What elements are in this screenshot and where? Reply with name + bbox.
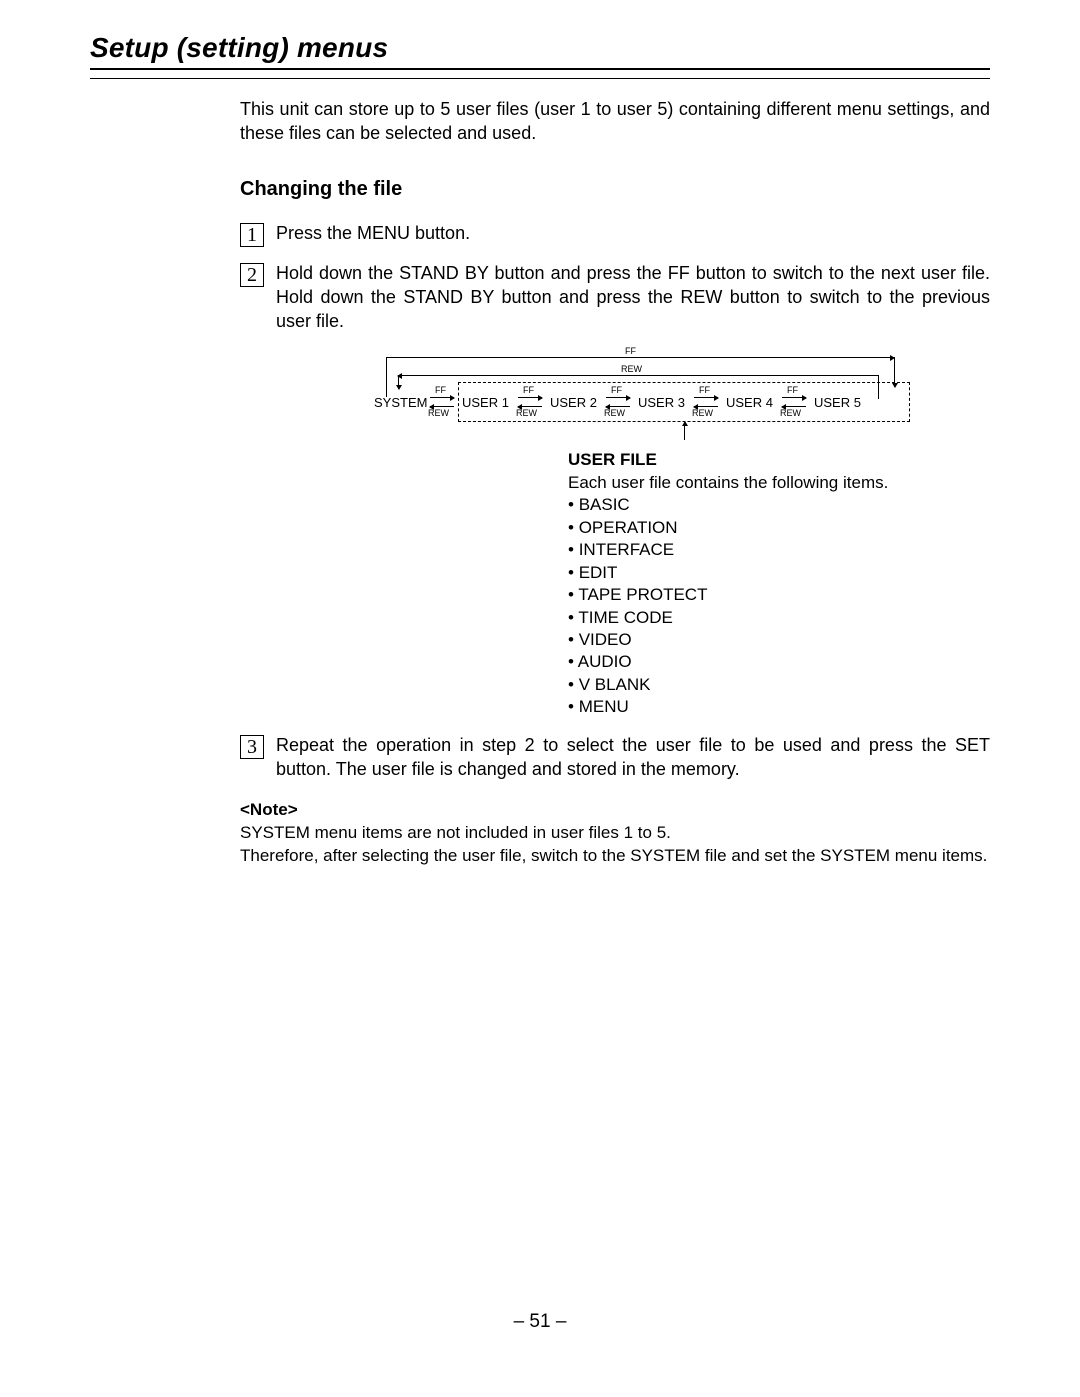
- diagram-rew-left-drop: [398, 375, 399, 389]
- diagram-ff-top-arrow: [386, 357, 894, 358]
- step-2: 2 Hold down the STAND BY button and pres…: [240, 261, 990, 334]
- page-number: – 51 –: [0, 1311, 1080, 1333]
- page: Setup (setting) menus This unit can stor…: [0, 0, 1080, 1397]
- step-3: 3 Repeat the operation in step 2 to sele…: [240, 733, 990, 782]
- diagram-rew-top-label: REW: [621, 363, 642, 375]
- changing-file-heading: Changing the file: [240, 176, 990, 203]
- diagram-rew-1: REW: [516, 407, 537, 419]
- diagram-ff-4: FF: [787, 384, 798, 396]
- user-file-item: INTERFACE: [568, 539, 990, 561]
- content: This unit can store up to 5 user files (…: [240, 97, 990, 868]
- note-heading: <Note>: [240, 800, 298, 819]
- diagram-node-user2: USER 2: [550, 394, 597, 412]
- diagram-rew-top-arrow: [398, 375, 878, 376]
- step-1-text: Press the MENU button.: [276, 221, 990, 245]
- user-file-item: V BLANK: [568, 674, 990, 696]
- user-file-item: AUDIO: [568, 651, 990, 673]
- user-file-item: TAPE PROTECT: [568, 584, 990, 606]
- intro-paragraph: This unit can store up to 5 user files (…: [240, 97, 990, 146]
- diagram-ff-3: FF: [699, 384, 710, 396]
- note-body: SYSTEM menu items are not included in us…: [240, 822, 990, 868]
- diagram-rew-4: REW: [780, 407, 801, 419]
- user-file-item: VIDEO: [568, 629, 990, 651]
- title-rule-thick: [90, 68, 990, 70]
- user-file-item: BASIC: [568, 494, 990, 516]
- note-section: <Note> SYSTEM menu items are not include…: [240, 799, 990, 868]
- step-3-number: 3: [240, 735, 264, 759]
- step-1-number: 1: [240, 223, 264, 247]
- diagram-ff-0: FF: [435, 384, 446, 396]
- diagram-node-user4: USER 4: [726, 394, 773, 412]
- user-file-item: MENU: [568, 696, 990, 718]
- step-2-number: 2: [240, 263, 264, 287]
- diagram-node-user3: USER 3: [638, 394, 685, 412]
- user-file-list: BASIC OPERATION INTERFACE EDIT TAPE PROT…: [568, 494, 990, 718]
- diagram-node-user5: USER 5: [814, 394, 861, 412]
- step-2-text: Hold down the STAND BY button and press …: [276, 261, 990, 334]
- diagram-rew-0: REW: [428, 407, 449, 419]
- user-file-item: OPERATION: [568, 517, 990, 539]
- user-file-desc: Each user file contains the following it…: [568, 472, 990, 494]
- diagram-node-user1: USER 1: [462, 394, 509, 412]
- user-file-heading: USER FILE: [568, 449, 990, 471]
- diagram-pointer-up: [684, 422, 685, 440]
- diagram-node-system: SYSTEM: [374, 394, 427, 412]
- step-1: 1 Press the MENU button.: [240, 221, 990, 247]
- diagram-rew-2: REW: [604, 407, 625, 419]
- user-file-diagram: FF REW SYSTEM FF REW USE: [368, 347, 990, 437]
- title-rule-thin: [90, 78, 990, 79]
- diagram-ff-left-drop: [386, 357, 387, 397]
- diagram-ff-1: FF: [523, 384, 534, 396]
- step-3-text: Repeat the operation in step 2 to select…: [276, 733, 990, 782]
- page-title: Setup (setting) menus: [90, 32, 990, 64]
- user-file-section: USER FILE Each user file contains the fo…: [568, 449, 990, 718]
- diagram-rew-3: REW: [692, 407, 713, 419]
- user-file-item: TIME CODE: [568, 607, 990, 629]
- user-file-item: EDIT: [568, 562, 990, 584]
- diagram-ff-top-label: FF: [625, 345, 636, 357]
- diagram-ff-2: FF: [611, 384, 622, 396]
